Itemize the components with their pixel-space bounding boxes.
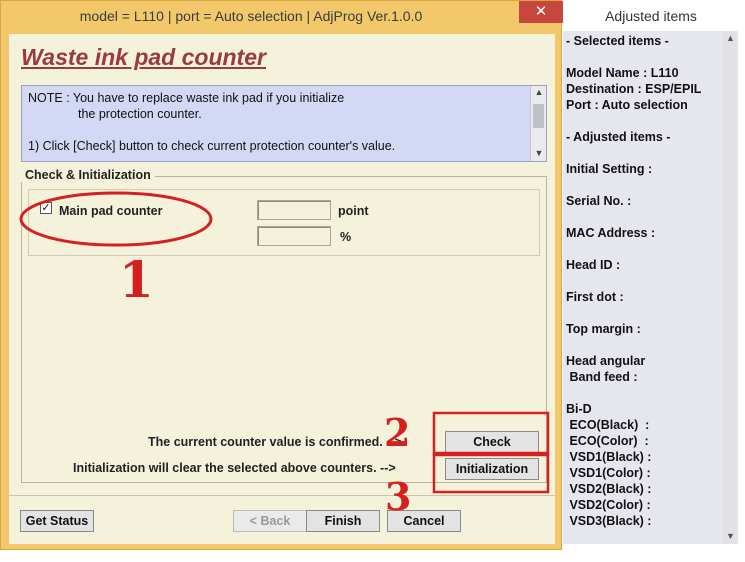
panel-line: Port : Auto selection bbox=[566, 98, 688, 112]
note-box: NOTE : You have to replace waste ink pad… bbox=[21, 85, 547, 162]
panel-line: ECO(Black) : bbox=[566, 418, 650, 432]
panel-line bbox=[566, 145, 716, 161]
main-pad-checkbox[interactable]: ✓ bbox=[40, 202, 52, 214]
panel-line bbox=[566, 241, 716, 257]
scroll-thumb[interactable] bbox=[533, 104, 544, 128]
annotation-number-2: 2 bbox=[384, 410, 411, 455]
note-text: NOTE : You have to replace waste ink pad… bbox=[28, 90, 528, 154]
panel-line: First dot : bbox=[566, 290, 624, 304]
panel-line bbox=[566, 177, 716, 193]
group-legend: Check & Initialization bbox=[21, 168, 155, 182]
panel-line: - Selected items - bbox=[566, 34, 669, 48]
window-title: model = L110 | port = Auto selection | A… bbox=[79, 8, 423, 24]
panel-line: - Adjusted items - bbox=[566, 130, 671, 144]
panel-line: Serial No. : bbox=[566, 194, 632, 208]
get-status-button[interactable]: Get Status bbox=[20, 510, 94, 532]
panel-line: Initial Setting : bbox=[566, 162, 653, 176]
panel-line bbox=[566, 113, 716, 129]
percent-value-field bbox=[257, 226, 331, 246]
panel-line: VSD1(Black) : bbox=[566, 450, 652, 464]
dialog-body: Waste ink pad counter NOTE : You have to… bbox=[9, 34, 555, 544]
annotation-number-1: 1 bbox=[119, 250, 154, 309]
scroll-down-icon[interactable]: ▼ bbox=[723, 531, 738, 541]
title-bar[interactable]: model = L110 | port = Auto selection | A… bbox=[1, 1, 563, 33]
panel-line bbox=[566, 385, 716, 401]
main-window: model = L110 | port = Auto selection | A… bbox=[0, 0, 563, 550]
adjusted-items-list: - Selected items - Model Name : L110 Dest… bbox=[566, 33, 716, 529]
annotation-number-3: 3 bbox=[385, 474, 412, 519]
panel-line: MAC Address : bbox=[566, 226, 656, 240]
adjusted-items-panel: - Selected items - Model Name : L110 Dest… bbox=[563, 31, 738, 544]
panel-line: VSD2(Color) : bbox=[566, 498, 651, 512]
panel-line bbox=[566, 337, 716, 353]
scroll-down-icon[interactable]: ▼ bbox=[531, 148, 547, 158]
panel-line bbox=[566, 305, 716, 321]
finish-button[interactable]: Finish bbox=[306, 510, 380, 532]
note-line-1: NOTE : You have to replace waste ink pad… bbox=[28, 91, 345, 105]
panel-line: Top margin : bbox=[566, 322, 641, 336]
panel-line bbox=[566, 49, 716, 65]
main-pad-checkbox-label[interactable]: Main pad counter bbox=[59, 204, 162, 218]
panel-scrollbar[interactable]: ▲ ▼ bbox=[723, 31, 738, 544]
scroll-up-icon[interactable]: ▲ bbox=[723, 33, 738, 43]
panel-line: Head angular bbox=[566, 354, 646, 368]
note-line-2: the protection counter. bbox=[78, 107, 202, 121]
panel-line: Model Name : L110 bbox=[566, 66, 679, 80]
separator bbox=[9, 495, 555, 496]
panel-line: Head ID : bbox=[566, 258, 621, 272]
panel-title: Adjusted items bbox=[605, 8, 697, 24]
panel-line: ECO(Color) : bbox=[566, 434, 649, 448]
panel-line bbox=[566, 273, 716, 289]
page-title: Waste ink pad counter bbox=[21, 44, 266, 70]
panel-line bbox=[566, 209, 716, 225]
panel-line: VSD3(Black) : bbox=[566, 514, 652, 528]
scroll-up-icon[interactable]: ▲ bbox=[531, 87, 547, 97]
back-button[interactable]: < Back bbox=[233, 510, 307, 532]
note-line-3: 1) Click [Check] button to check current… bbox=[28, 139, 396, 153]
panel-line: VSD2(Black) : bbox=[566, 482, 652, 496]
point-value-field bbox=[257, 200, 331, 220]
initialization-button[interactable]: Initialization bbox=[445, 458, 539, 480]
close-button[interactable]: ✕ bbox=[519, 1, 563, 23]
note-scrollbar[interactable]: ▲ ▼ bbox=[530, 86, 546, 161]
panel-line: Bi-D bbox=[566, 402, 592, 416]
confirm-instruction: The current counter value is confirmed. … bbox=[148, 435, 402, 449]
panel-line: Band feed : bbox=[566, 370, 638, 384]
percent-unit-label: % bbox=[340, 230, 352, 244]
point-unit-label: point bbox=[338, 204, 369, 218]
panel-line: Destination : ESP/EPIL bbox=[566, 82, 702, 96]
init-instruction: Initialization will clear the selected a… bbox=[73, 461, 396, 475]
check-button[interactable]: Check bbox=[445, 431, 539, 453]
panel-line: VSD1(Color) : bbox=[566, 466, 651, 480]
